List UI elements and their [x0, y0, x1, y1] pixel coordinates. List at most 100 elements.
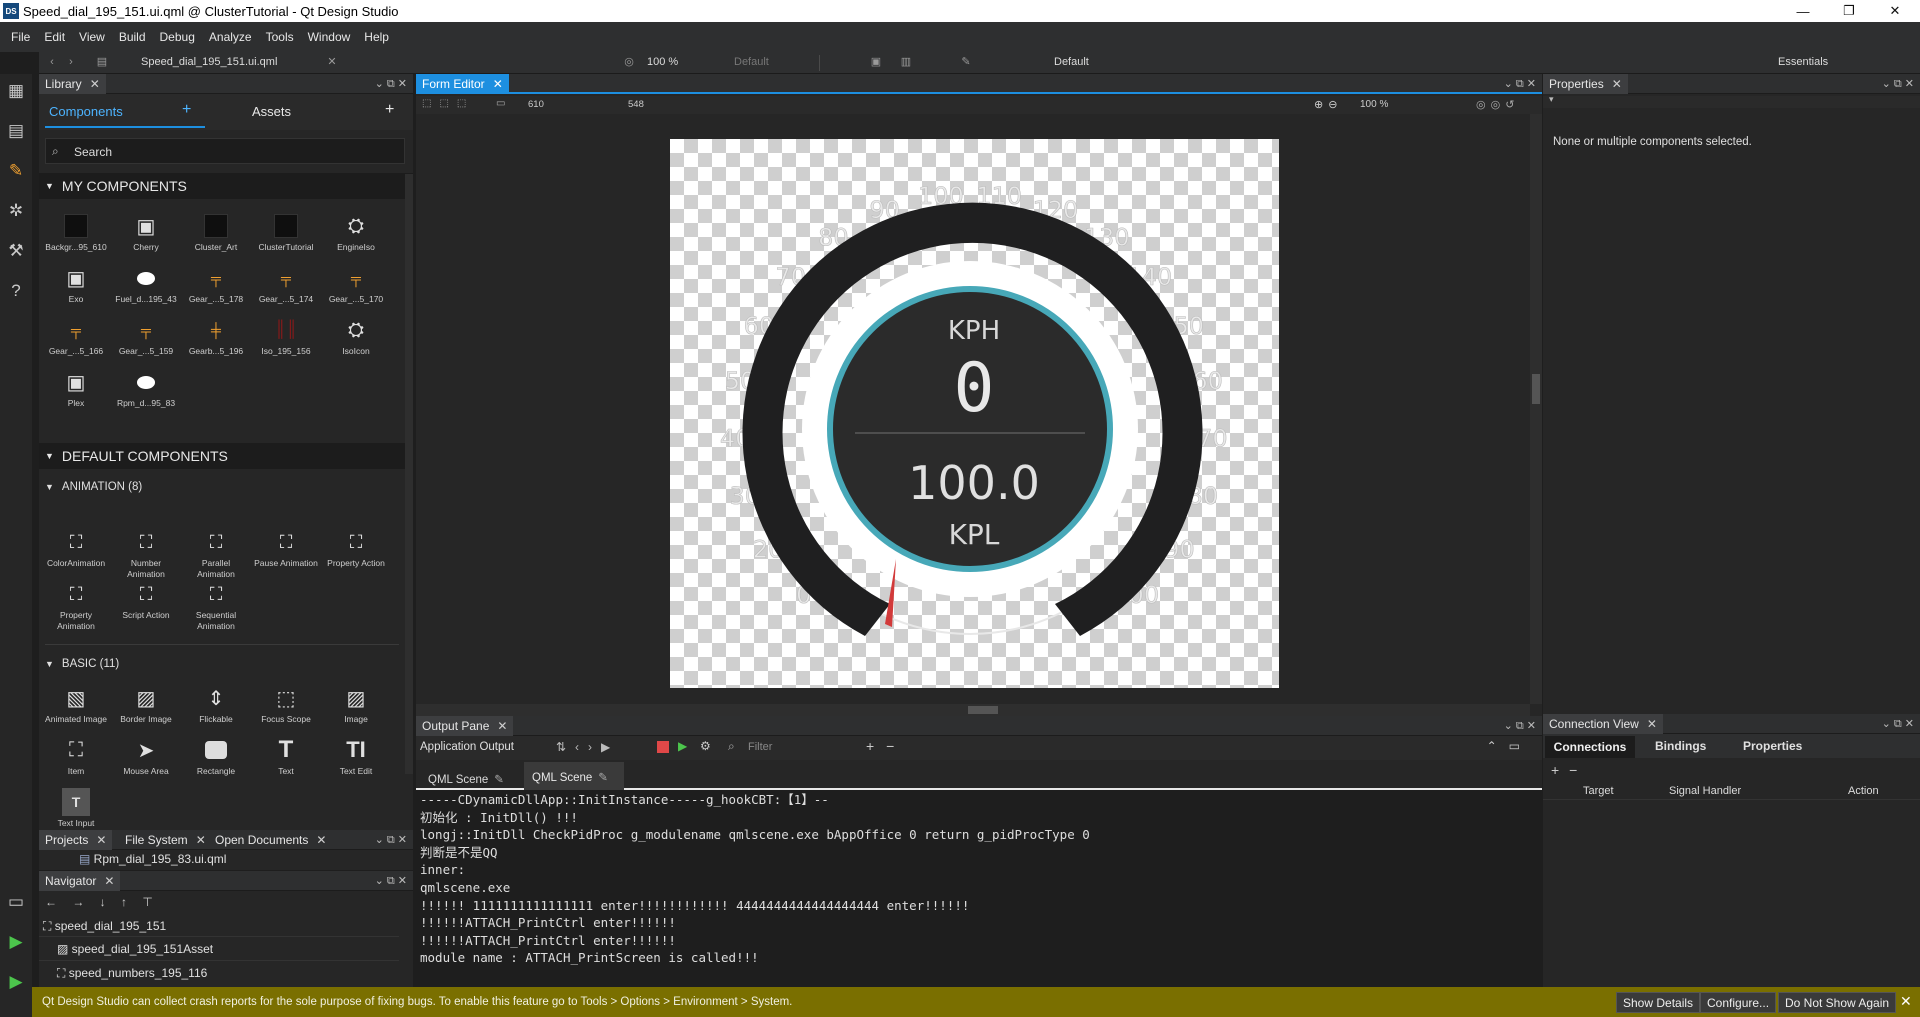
component-item[interactable]: ╤ Gear_...5_178 — [182, 264, 250, 305]
basic-item[interactable]: ⬚ Focus Scope — [252, 684, 320, 725]
open-file-name[interactable]: Speed_dial_195_151.ui.qml — [141, 56, 277, 68]
design-canvas[interactable]: 0 20 30 40 50 60 70 80 90 100 110 120 130 140 150 160 17… — [670, 139, 1279, 688]
basic-item[interactable]: ▨ Image — [322, 684, 390, 725]
animation-item[interactable]: ⛶ Property Animation — [42, 580, 110, 632]
zoom-select[interactable]: 100 % — [647, 56, 678, 68]
pin-icon[interactable]: ✎ — [598, 772, 608, 784]
basic-item[interactable]: ▨ Border Image — [112, 684, 180, 725]
output-log[interactable]: -----CDynamicDllApp::InitInstance-----g_… — [420, 791, 1530, 987]
edit-mode-icon[interactable]: ▤ — [4, 119, 28, 143]
basic-item[interactable]: ⇕ Flickable — [182, 684, 250, 725]
close-icon[interactable]: ✕ — [316, 833, 326, 847]
panel-controls[interactable]: ⌄ ⧉ ✕ — [1882, 717, 1914, 731]
component-item[interactable]: ⛭ IsoIcon — [322, 316, 390, 357]
animation-item[interactable]: ⛶ ColorAnimation — [42, 528, 110, 569]
filter-input[interactable]: Filter — [748, 741, 772, 753]
menu-view[interactable]: View — [72, 30, 112, 44]
add-remove-buttons[interactable]: +− — [1551, 762, 1587, 778]
tab-file-system[interactable]: File System ✕ — [119, 830, 212, 850]
tree-node[interactable]: ⛶ speed_numbers_195_116 — [39, 961, 399, 985]
rerun-icon[interactable]: ▶ — [678, 739, 687, 753]
forward-icon[interactable]: › — [64, 55, 78, 69]
menu-file[interactable]: File — [4, 30, 37, 44]
workspace-select[interactable]: Essentials — [1778, 56, 1828, 68]
dropdown-icon[interactable]: ▾ — [1549, 94, 1554, 105]
close-document-icon[interactable]: ✕ — [325, 55, 339, 69]
pane-controls[interactable]: ⌃▭ — [1487, 739, 1532, 753]
animation-item[interactable]: ⛶ Parallel Animation — [182, 528, 250, 580]
component-item[interactable]: ╤ Gear_...5_174 — [252, 264, 320, 305]
menu-build[interactable]: Build — [112, 30, 153, 44]
component-item[interactable]: Backgr...95_610 — [42, 212, 110, 253]
debug-mode-icon[interactable]: ✲ — [4, 199, 28, 223]
edit-icon[interactable]: ✎ — [959, 55, 973, 69]
animation-header[interactable]: ▼ ANIMATION (8) — [39, 477, 142, 497]
column-signal-handler[interactable]: Signal Handler — [1669, 785, 1741, 797]
properties-tab[interactable]: Properties ✕ — [1543, 74, 1628, 94]
welcome-mode-icon[interactable]: ▦ — [4, 79, 28, 103]
maximize-button[interactable]: ❐ — [1826, 0, 1872, 22]
tab-bindings[interactable]: Bindings — [1655, 739, 1706, 753]
panel-controls[interactable]: ⌄ ⧉ ✕ — [1504, 77, 1536, 91]
basic-header[interactable]: ▼ BASIC (11) — [39, 654, 119, 674]
panel-controls[interactable]: ⌄ ⧉ ✕ — [375, 77, 407, 91]
menu-window[interactable]: Window — [301, 30, 358, 44]
selection-tools[interactable]: ⬚⬚⬚ — [422, 98, 474, 109]
navigator-tab[interactable]: Navigator ✕ — [39, 871, 121, 891]
menu-edit[interactable]: Edit — [37, 30, 72, 44]
close-icon[interactable]: ✕ — [1647, 717, 1657, 731]
add-import-icon[interactable]: + — [182, 101, 191, 119]
tree-node[interactable]: ▨ speed_dial_195_151Asset — [39, 937, 399, 961]
tab-properties[interactable]: Properties — [1743, 739, 1802, 753]
distribute-icon[interactable]: ▥ — [899, 55, 913, 69]
minimize-button[interactable]: — — [1780, 0, 1826, 22]
menu-tools[interactable]: Tools — [259, 30, 301, 44]
show-details-button[interactable]: Show Details — [1616, 992, 1701, 1013]
basic-item[interactable]: T Text Input — [42, 788, 110, 829]
run-icon[interactable]: ▶ — [4, 930, 28, 954]
component-item[interactable]: ▣ Exo — [42, 264, 110, 305]
menu-analyze[interactable]: Analyze — [202, 30, 259, 44]
animation-item[interactable]: ⛶ Sequential Animation — [182, 580, 250, 632]
speed-gauge[interactable]: 02030405060708090100 11012013014015016017… — [670, 139, 1279, 688]
stop-icon[interactable] — [657, 741, 669, 753]
tab-components[interactable]: Components — [49, 104, 123, 119]
component-item[interactable]: Cluster_Art — [182, 212, 250, 253]
qml-scene-tab-active[interactable]: QML Scene ✎ — [524, 762, 624, 790]
basic-item[interactable]: ➤ Mouse Area — [112, 736, 180, 777]
my-components-header[interactable]: ▼ MY COMPONENTS — [39, 173, 413, 199]
close-icon[interactable]: ✕ — [104, 874, 114, 888]
add-asset-icon[interactable]: + — [385, 101, 394, 119]
search-input[interactable]: ⌕ Search — [45, 138, 405, 164]
animation-item[interactable]: ⛶ Property Action — [322, 528, 390, 569]
zoom-tools[interactable]: ⊕⊖ — [1314, 98, 1342, 111]
column-action[interactable]: Action — [1848, 785, 1879, 797]
design-mode-icon[interactable]: ✎ — [4, 159, 28, 183]
align-icon[interactable]: ▣ — [869, 55, 883, 69]
menu-debug[interactable]: Debug — [153, 30, 202, 44]
default-components-header[interactable]: ▼ DEFAULT COMPONENTS — [39, 443, 413, 469]
help-mode-icon[interactable]: ? — [4, 279, 28, 303]
qml-scene-tab[interactable]: QML Scene ✎ — [420, 766, 520, 790]
menu-help[interactable]: Help — [357, 30, 396, 44]
tab-open-documents[interactable]: Open Documents ✕ — [209, 830, 332, 850]
device-icon[interactable]: ▭ — [4, 890, 28, 914]
state-select[interactable]: Default — [734, 56, 769, 68]
close-icon[interactable]: ✕ — [1612, 77, 1622, 91]
component-item[interactable]: ╤ Gear_...5_170 — [322, 264, 390, 305]
panel-controls[interactable]: ⌄ ⧉ ✕ — [1882, 77, 1914, 91]
output-toolbar[interactable]: ⇅‹›▶ — [556, 740, 619, 754]
component-item[interactable]: ╤ Gear_...5_159 — [112, 316, 180, 357]
connection-view-tab[interactable]: Connection View ✕ — [1543, 714, 1663, 734]
component-item[interactable]: ▣ Plex — [42, 368, 110, 409]
component-item[interactable]: ║║ Iso_195_156 — [252, 316, 320, 357]
basic-item[interactable]: Rectangle — [182, 736, 250, 777]
tab-connections[interactable]: Connections — [1545, 736, 1635, 758]
component-item[interactable]: ClusterTutorial — [252, 212, 320, 253]
basic-item[interactable]: ⛶ Item — [42, 736, 110, 777]
panel-controls[interactable]: ⌄ ⧉ ✕ — [1504, 719, 1536, 733]
close-window-button[interactable]: ✕ — [1872, 0, 1918, 22]
close-icon[interactable]: ✕ — [90, 77, 100, 91]
component-item[interactable]: Fuel_d...195_43 — [112, 264, 180, 305]
column-target[interactable]: Target — [1583, 785, 1614, 797]
